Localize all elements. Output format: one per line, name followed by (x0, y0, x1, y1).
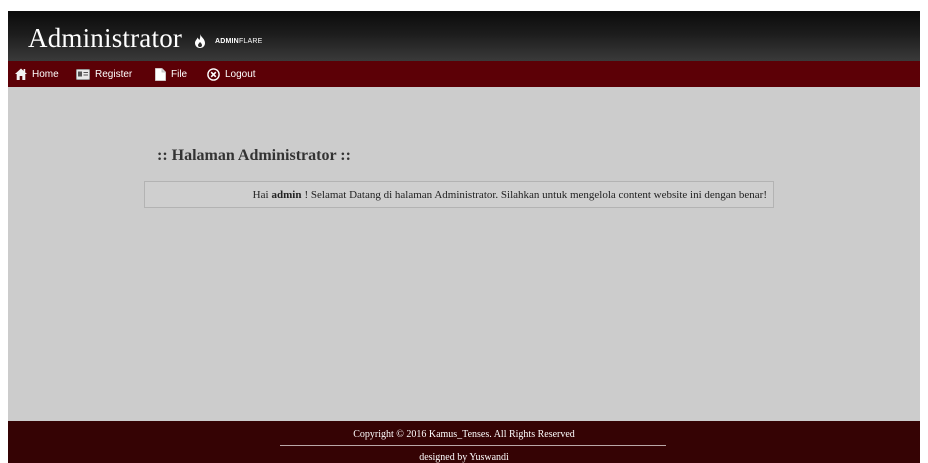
brand-tag-bold: ADMIN (215, 38, 239, 45)
nav-item-logout[interactable]: Logout (207, 61, 256, 87)
app-title: Administrator (28, 23, 183, 53)
logout-circle-x-icon (207, 67, 220, 81)
brand[interactable]: Administrator ADMINFLARE (28, 23, 263, 57)
nav-item-label: File (171, 68, 188, 80)
footer-designer-credit: designed by Yuswandi (419, 452, 509, 463)
page-frame: Administrator ADMINFLARE Home Register F… (8, 11, 920, 463)
register-card-icon (76, 68, 90, 80)
file-icon (155, 67, 166, 81)
nav-item-register[interactable]: Register (76, 61, 132, 87)
welcome-text: ! Selamat Datang di halaman Administrato… (304, 188, 768, 201)
header-bar: Administrator ADMINFLARE (8, 11, 920, 61)
brand-tag-light: FLARE (238, 38, 263, 45)
page-title: :: Halaman Administrator :: (157, 147, 351, 164)
flame-icon (195, 34, 206, 48)
footer-divider (280, 445, 666, 446)
nav-item-file[interactable]: File (155, 61, 187, 87)
nav-item-label: Register (95, 68, 133, 80)
welcome-prefix: Hai (252, 188, 269, 201)
nav-item-label: Logout (225, 68, 256, 80)
brand-tag: ADMINFLARE (215, 27, 263, 57)
nav-item-label: Home (32, 68, 59, 80)
footer: Copyright © 2016 Kamus_Tenses. All Right… (8, 421, 920, 463)
welcome-username: admin (271, 188, 302, 201)
welcome-message-box: Hai admin ! Selamat Datang di halaman Ad… (144, 181, 774, 208)
nav-bar: Home Register File Logout (8, 61, 920, 87)
nav-item-home[interactable]: Home (15, 61, 59, 87)
footer-copyright: Copyright © 2016 Kamus_Tenses. All Right… (353, 429, 575, 440)
home-icon (15, 68, 27, 80)
